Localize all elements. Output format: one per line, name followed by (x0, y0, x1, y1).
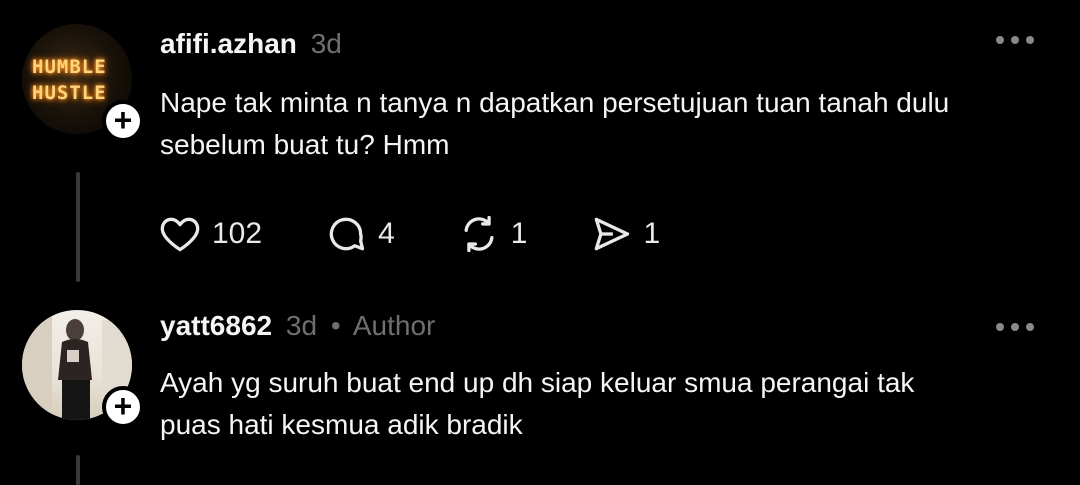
comment-post: + yatt6862 3d • Author Ayah yg suruh bua… (0, 290, 1080, 485)
thread-line (76, 172, 80, 282)
post-text-line: Ayah yg suruh buat end up dh siap keluar… (160, 367, 915, 398)
avatar-container[interactable]: + (22, 310, 144, 428)
post-header: afifi.azhan 3d (160, 28, 342, 60)
avatar-logo-text: HUMBLE (32, 56, 107, 78)
like-button[interactable]: 102 (158, 212, 262, 256)
username[interactable]: afifi.azhan (160, 28, 297, 59)
repost-button[interactable]: 1 (457, 212, 528, 256)
heart-icon (160, 217, 200, 252)
share-count: 1 (643, 217, 661, 250)
post-body: Nape tak minta n tanya n dapatkan perset… (160, 82, 1060, 166)
action-bar: 102 4 1 1 (158, 212, 722, 256)
timestamp: 3d (285, 310, 318, 341)
post-body: Ayah yg suruh buat end up dh siap keluar… (160, 362, 1060, 446)
post-text-line: puas hati kesmua adik bradik (160, 409, 523, 440)
post-text-line: Nape tak minta n tanya n dapatkan perset… (160, 87, 950, 118)
repost-count: 1 (510, 217, 528, 250)
post-text-line: sebelum buat tu? Hmm (160, 129, 450, 160)
author-tag: Author (352, 310, 436, 341)
share-button[interactable]: 1 (589, 212, 660, 256)
username[interactable]: yatt6862 (160, 310, 272, 341)
avatar-logo-text: HUSTLE (32, 82, 107, 104)
follow-plus-icon[interactable]: + (102, 386, 144, 428)
post-header: yatt6862 3d • Author (160, 310, 435, 342)
repost-icon (464, 215, 494, 253)
like-count: 102 (212, 217, 263, 250)
follow-plus-icon[interactable]: + (102, 100, 144, 142)
comment-count: 4 (378, 217, 395, 250)
thread-line (76, 455, 80, 485)
avatar-container[interactable]: HUMBLE HUSTLE + (22, 24, 144, 142)
share-icon (595, 217, 630, 251)
more-icon[interactable] (996, 323, 1034, 331)
comment-icon (329, 217, 365, 251)
comment-post: HUMBLE HUSTLE + afifi.azhan 3d Nape tak … (0, 0, 1080, 290)
separator-dot: • (330, 310, 341, 341)
timestamp: 3d (310, 28, 342, 59)
comment-button[interactable]: 4 (324, 212, 395, 256)
more-icon[interactable] (996, 36, 1034, 44)
